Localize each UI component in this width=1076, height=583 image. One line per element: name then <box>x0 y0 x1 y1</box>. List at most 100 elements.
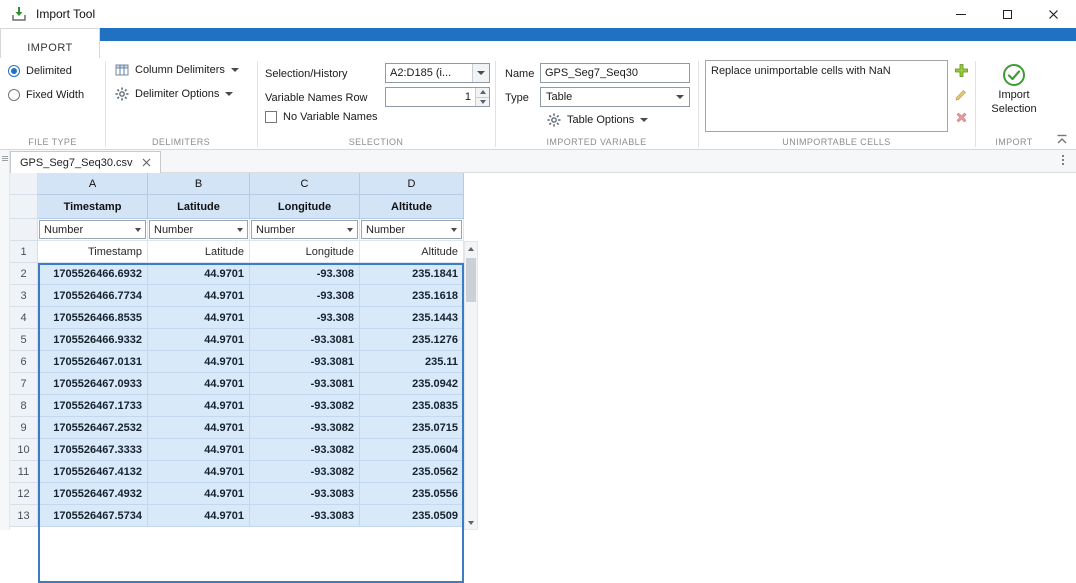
column-letter-header[interactable]: B <box>148 173 250 195</box>
table-options-button[interactable]: Table Options <box>547 113 648 127</box>
row-number[interactable]: 13 <box>10 505 38 527</box>
radio-delimited[interactable]: Delimited <box>8 65 72 77</box>
edit-rule-button[interactable] <box>954 87 969 102</box>
scroll-thumb[interactable] <box>466 258 476 302</box>
column-type-dropdown[interactable]: Number <box>39 220 146 239</box>
variable-name-header[interactable]: Latitude <box>148 195 250 219</box>
table-cell[interactable]: 1705526466.8535 <box>38 307 148 329</box>
minimize-button[interactable] <box>938 0 984 28</box>
radio-fixed-width[interactable]: Fixed Width <box>8 89 84 101</box>
table-cell[interactable]: 1705526467.1733 <box>38 395 148 417</box>
table-cell[interactable]: 235.0715 <box>360 417 464 439</box>
close-button[interactable] <box>1030 0 1076 28</box>
table-cell[interactable]: 235.0604 <box>360 439 464 461</box>
row-number[interactable]: 10 <box>10 439 38 461</box>
collapse-toolstrip-button[interactable] <box>1056 134 1070 146</box>
table-cell[interactable]: -93.3082 <box>250 439 360 461</box>
table-cell[interactable]: 1705526467.2532 <box>38 417 148 439</box>
scroll-up-button[interactable] <box>465 242 477 255</box>
table-cell[interactable]: -93.308 <box>250 263 360 285</box>
table-cell[interactable]: -93.3081 <box>250 351 360 373</box>
table-cell[interactable]: 235.1443 <box>360 307 464 329</box>
selection-history-combobox[interactable]: A2:D185 (i... <box>385 63 490 83</box>
column-letter-header[interactable]: A <box>38 173 148 195</box>
column-type-dropdown[interactable]: Number <box>361 220 462 239</box>
column-letter-header[interactable]: D <box>360 173 464 195</box>
no-variable-names-checkbox[interactable]: No Variable Names <box>265 111 378 123</box>
table-cell[interactable]: 44.9701 <box>148 461 250 483</box>
row-number[interactable]: 6 <box>10 351 38 373</box>
tab-import[interactable]: IMPORT <box>0 28 100 58</box>
row-number[interactable]: 2 <box>10 263 38 285</box>
variable-name-header[interactable]: Longitude <box>250 195 360 219</box>
table-cell[interactable]: 235.0509 <box>360 505 464 527</box>
table-cell[interactable]: 44.9701 <box>148 351 250 373</box>
tab-overflow-menu[interactable] <box>1062 155 1064 165</box>
table-cell[interactable]: 1705526466.7734 <box>38 285 148 307</box>
delete-rule-button[interactable] <box>955 111 968 124</box>
table-cell[interactable]: -93.3081 <box>250 329 360 351</box>
table-cell[interactable]: 235.11 <box>360 351 464 373</box>
variable-name-input[interactable] <box>540 63 690 83</box>
row-number[interactable]: 7 <box>10 373 38 395</box>
table-cell[interactable]: 1705526467.0131 <box>38 351 148 373</box>
table-cell[interactable]: 235.1841 <box>360 263 464 285</box>
table-cell[interactable]: 44.9701 <box>148 417 250 439</box>
table-cell[interactable]: Longitude <box>250 241 360 263</box>
column-letter-header[interactable]: C <box>250 173 360 195</box>
table-cell[interactable]: 44.9701 <box>148 483 250 505</box>
table-cell[interactable]: 44.9701 <box>148 505 250 527</box>
table-cell[interactable]: 1705526467.0933 <box>38 373 148 395</box>
table-cell[interactable]: 44.9701 <box>148 439 250 461</box>
table-cell[interactable]: 235.1618 <box>360 285 464 307</box>
table-cell[interactable]: 44.9701 <box>148 263 250 285</box>
unimportable-rules-list[interactable]: Replace unimportable cells with NaN <box>705 60 948 132</box>
table-cell[interactable]: -93.3082 <box>250 417 360 439</box>
column-type-dropdown[interactable]: Number <box>251 220 358 239</box>
column-delimiters-button[interactable]: Column Delimiters <box>115 63 239 77</box>
spinner-down-button[interactable] <box>476 97 489 107</box>
row-number[interactable]: 5 <box>10 329 38 351</box>
table-cell[interactable]: 235.1276 <box>360 329 464 351</box>
table-cell[interactable]: -93.3082 <box>250 461 360 483</box>
add-rule-button[interactable] <box>954 63 969 78</box>
table-cell[interactable]: 44.9701 <box>148 395 250 417</box>
table-cell[interactable]: Latitude <box>148 241 250 263</box>
row-number[interactable]: 8 <box>10 395 38 417</box>
type-select[interactable]: Table <box>540 87 690 107</box>
row-number[interactable]: 3 <box>10 285 38 307</box>
row-number[interactable]: 4 <box>10 307 38 329</box>
maximize-button[interactable] <box>984 0 1030 28</box>
panel-grip-handle[interactable] <box>2 156 8 161</box>
scroll-down-button[interactable] <box>465 516 477 529</box>
table-cell[interactable]: -93.3081 <box>250 373 360 395</box>
tab-close-icon[interactable] <box>142 158 151 167</box>
table-cell[interactable]: Altitude <box>360 241 464 263</box>
table-cell[interactable]: 1705526467.4932 <box>38 483 148 505</box>
table-cell[interactable]: 44.9701 <box>148 285 250 307</box>
variable-name-header[interactable]: Timestamp <box>38 195 148 219</box>
table-cell[interactable]: 44.9701 <box>148 307 250 329</box>
dropdown-arrow-button[interactable] <box>472 64 489 82</box>
column-type-dropdown[interactable]: Number <box>149 220 248 239</box>
delimiter-options-button[interactable]: Delimiter Options <box>115 87 233 101</box>
variable-name-header[interactable]: Altitude <box>360 195 464 219</box>
row-number[interactable]: 9 <box>10 417 38 439</box>
table-cell[interactable]: 1705526466.6932 <box>38 263 148 285</box>
table-cell[interactable]: 235.0835 <box>360 395 464 417</box>
table-cell[interactable]: 44.9701 <box>148 329 250 351</box>
rule-item[interactable]: Replace unimportable cells with NaN <box>706 61 947 81</box>
table-cell[interactable]: 1705526467.5734 <box>38 505 148 527</box>
row-number[interactable]: 11 <box>10 461 38 483</box>
vertical-scrollbar[interactable] <box>464 241 478 530</box>
spinner-up-button[interactable] <box>476 88 489 97</box>
table-cell[interactable]: -93.308 <box>250 285 360 307</box>
table-cell[interactable]: 1705526466.9332 <box>38 329 148 351</box>
table-cell[interactable]: -93.3082 <box>250 395 360 417</box>
import-selection-button[interactable]: Import Selection <box>975 63 1053 115</box>
table-cell[interactable]: 1705526467.4132 <box>38 461 148 483</box>
tab-csv-document[interactable]: GPS_Seg7_Seq30.csv <box>10 151 161 173</box>
table-cell[interactable]: Timestamp <box>38 241 148 263</box>
table-cell[interactable]: 235.0556 <box>360 483 464 505</box>
row-number[interactable]: 1 <box>10 241 38 263</box>
